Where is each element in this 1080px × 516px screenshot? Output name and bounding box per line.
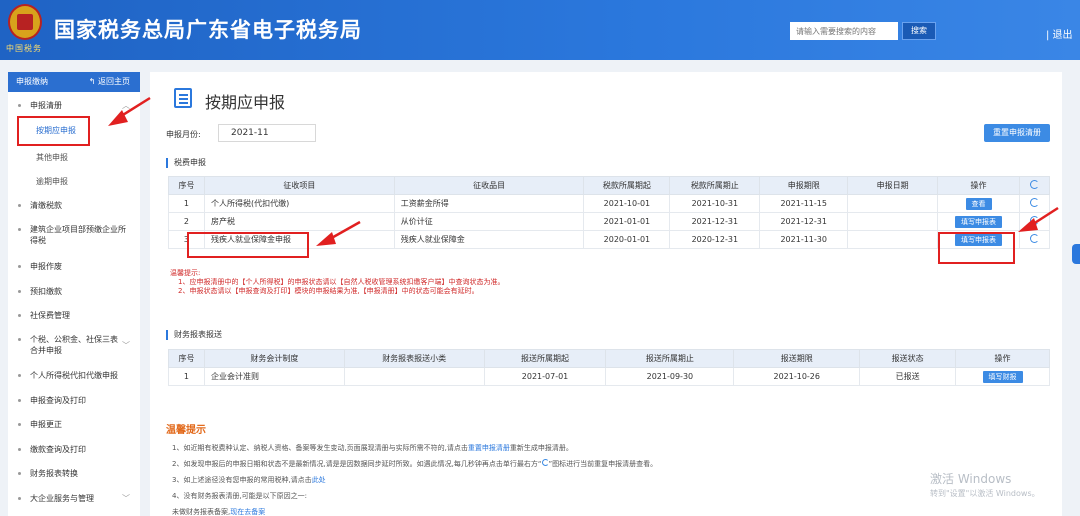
emblem-caption: 中国税务 — [6, 44, 42, 53]
refresh-icon — [541, 459, 549, 466]
sidebar-item-prepay[interactable]: 预扣缴款 — [8, 286, 140, 297]
sidebar-item-three-tables[interactable]: 个税、公积金、社保三表合并申报 — [8, 334, 120, 356]
highlight-fill-button — [938, 232, 1015, 264]
warm-tips-red: 温馨提示: 1、应申报清册中的【个人所得税】的申报状态请以【自然人税收管理系统扣… — [170, 269, 505, 295]
top-header: 中国税务 国家税务总局广东省电子税务局 搜索 | 退出 — [0, 0, 1080, 60]
windows-activation-hint: 转到"设置"以激活 Windows。 — [930, 489, 1040, 498]
sidebar-title: 申报缴纳 — [16, 77, 48, 86]
refresh-icon[interactable] — [1029, 216, 1039, 225]
return-home-link[interactable]: ↰ 返回主页 — [89, 72, 130, 92]
table-row: 1 个人所得税(代扣代缴) 工资薪金所得 2021-10-01 2021-10-31 20… — [168, 194, 1051, 213]
highlight-disability-item — [187, 232, 309, 258]
tips-title: 温馨提示 — [166, 425, 206, 436]
sidebar-item-clear-tax[interactable]: 清缴税款 — [8, 200, 140, 211]
chevron-down-icon: ﹀ — [122, 494, 130, 503]
table-header-row: 序号 财务会计制度 财务报表报送小类 报送所属期起 报送所属期止 报送期限 报送状态 操作 — [168, 349, 1050, 368]
financial-table: 序号 财务会计制度 财务报表报送小类 报送所属期起 报送所属期止 报送期限 报送状态 操作 1… — [168, 349, 1050, 386]
fin-section-heading: 财务报表报送 — [166, 330, 222, 340]
side-scroll-handle[interactable] — [1072, 244, 1080, 264]
site-title: 国家税务总局广东省电子税务局 — [54, 18, 362, 42]
logout-link[interactable]: | 退出 — [1046, 26, 1073, 41]
sidebar-item-social[interactable]: 社保费管理 — [8, 310, 140, 321]
go-filing-link[interactable]: 现在去备案 — [230, 508, 265, 516]
sidebar-item-construction[interactable]: 建筑企业项目部预缴企业所得税 — [8, 224, 132, 246]
sidebar-item-query-print[interactable]: 申报查询及打印 — [8, 395, 140, 406]
notebook-icon — [174, 88, 192, 108]
sidebar-item-void[interactable]: 申报作废 — [8, 261, 140, 272]
sidebar-item-payment-query[interactable]: 缴款查询及打印 — [8, 444, 140, 455]
page-title: 按期应申报 — [205, 93, 286, 112]
windows-activation-title: 激活 Windows — [930, 472, 1012, 486]
sidebar-item-correct[interactable]: 申报更正 — [8, 419, 140, 430]
chevron-up-icon: ︿ — [122, 101, 130, 110]
tax-section-heading: 税费申报 — [166, 158, 206, 168]
search-button[interactable]: 搜索 — [902, 22, 936, 40]
refresh-icon[interactable] — [1029, 234, 1039, 243]
sidebar-item-statement-convert[interactable]: 财务报表转换 — [8, 468, 140, 479]
period-label: 申报月份: — [166, 130, 201, 139]
table-header-row: 序号 征收项目 征收品目 税款所属期起 税款所属期止 申报期限 申报日期 操作 — [168, 176, 1051, 195]
sidebar-item-declare-list[interactable]: 申报清册 ︿ — [8, 100, 140, 111]
reset-list-button[interactable]: 重置申报清册 — [984, 124, 1050, 142]
sidebar-item-iit[interactable]: 个人所得税代扣代缴申报 — [8, 370, 140, 381]
main-panel: 按期应申报 申报月份: 2021-11 重置申报清册 税费申报 序号 征收项目 征收… — [150, 72, 1062, 516]
sidebar-item-large-enterprise[interactable]: 大企业服务与管理 ﹀ — [8, 493, 140, 504]
fill-form-button[interactable]: 填写申报表 — [955, 215, 1002, 228]
sidebar-header: 申报缴纳 ↰ 返回主页 — [8, 72, 140, 92]
period-input[interactable]: 2021-11 — [218, 124, 316, 142]
fill-report-button[interactable]: 填写财报 — [982, 370, 1023, 383]
reset-list-link[interactable]: 重置申报清册 — [468, 444, 510, 452]
table-row: 1 企业会计准则 2021-07-01 2021-09-30 2021-10-26 已报送… — [168, 367, 1050, 386]
highlight-scheduled — [17, 116, 90, 146]
refresh-icon[interactable] — [1029, 198, 1039, 207]
tax-emblem-icon — [8, 4, 42, 40]
sidebar-sub-other[interactable]: 其他申报 — [36, 152, 68, 163]
tips-list: 1、如近期有税费种认定、纳税人资格、备案等发生变动,页面展现清册与实际所需不符的… — [172, 444, 658, 516]
sidebar-sub-overdue[interactable]: 逾期申报 — [36, 176, 68, 187]
view-button[interactable]: 查看 — [965, 197, 992, 210]
table-row: 2 房产税 从价计征 2021-01-01 2021-12-31 2021-12-31 填… — [168, 212, 1051, 231]
here-link[interactable]: 此处 — [312, 476, 326, 484]
search-input[interactable] — [790, 22, 898, 40]
chevron-down-icon: ﹀ — [122, 341, 130, 350]
refresh-icon[interactable] — [1029, 180, 1039, 189]
